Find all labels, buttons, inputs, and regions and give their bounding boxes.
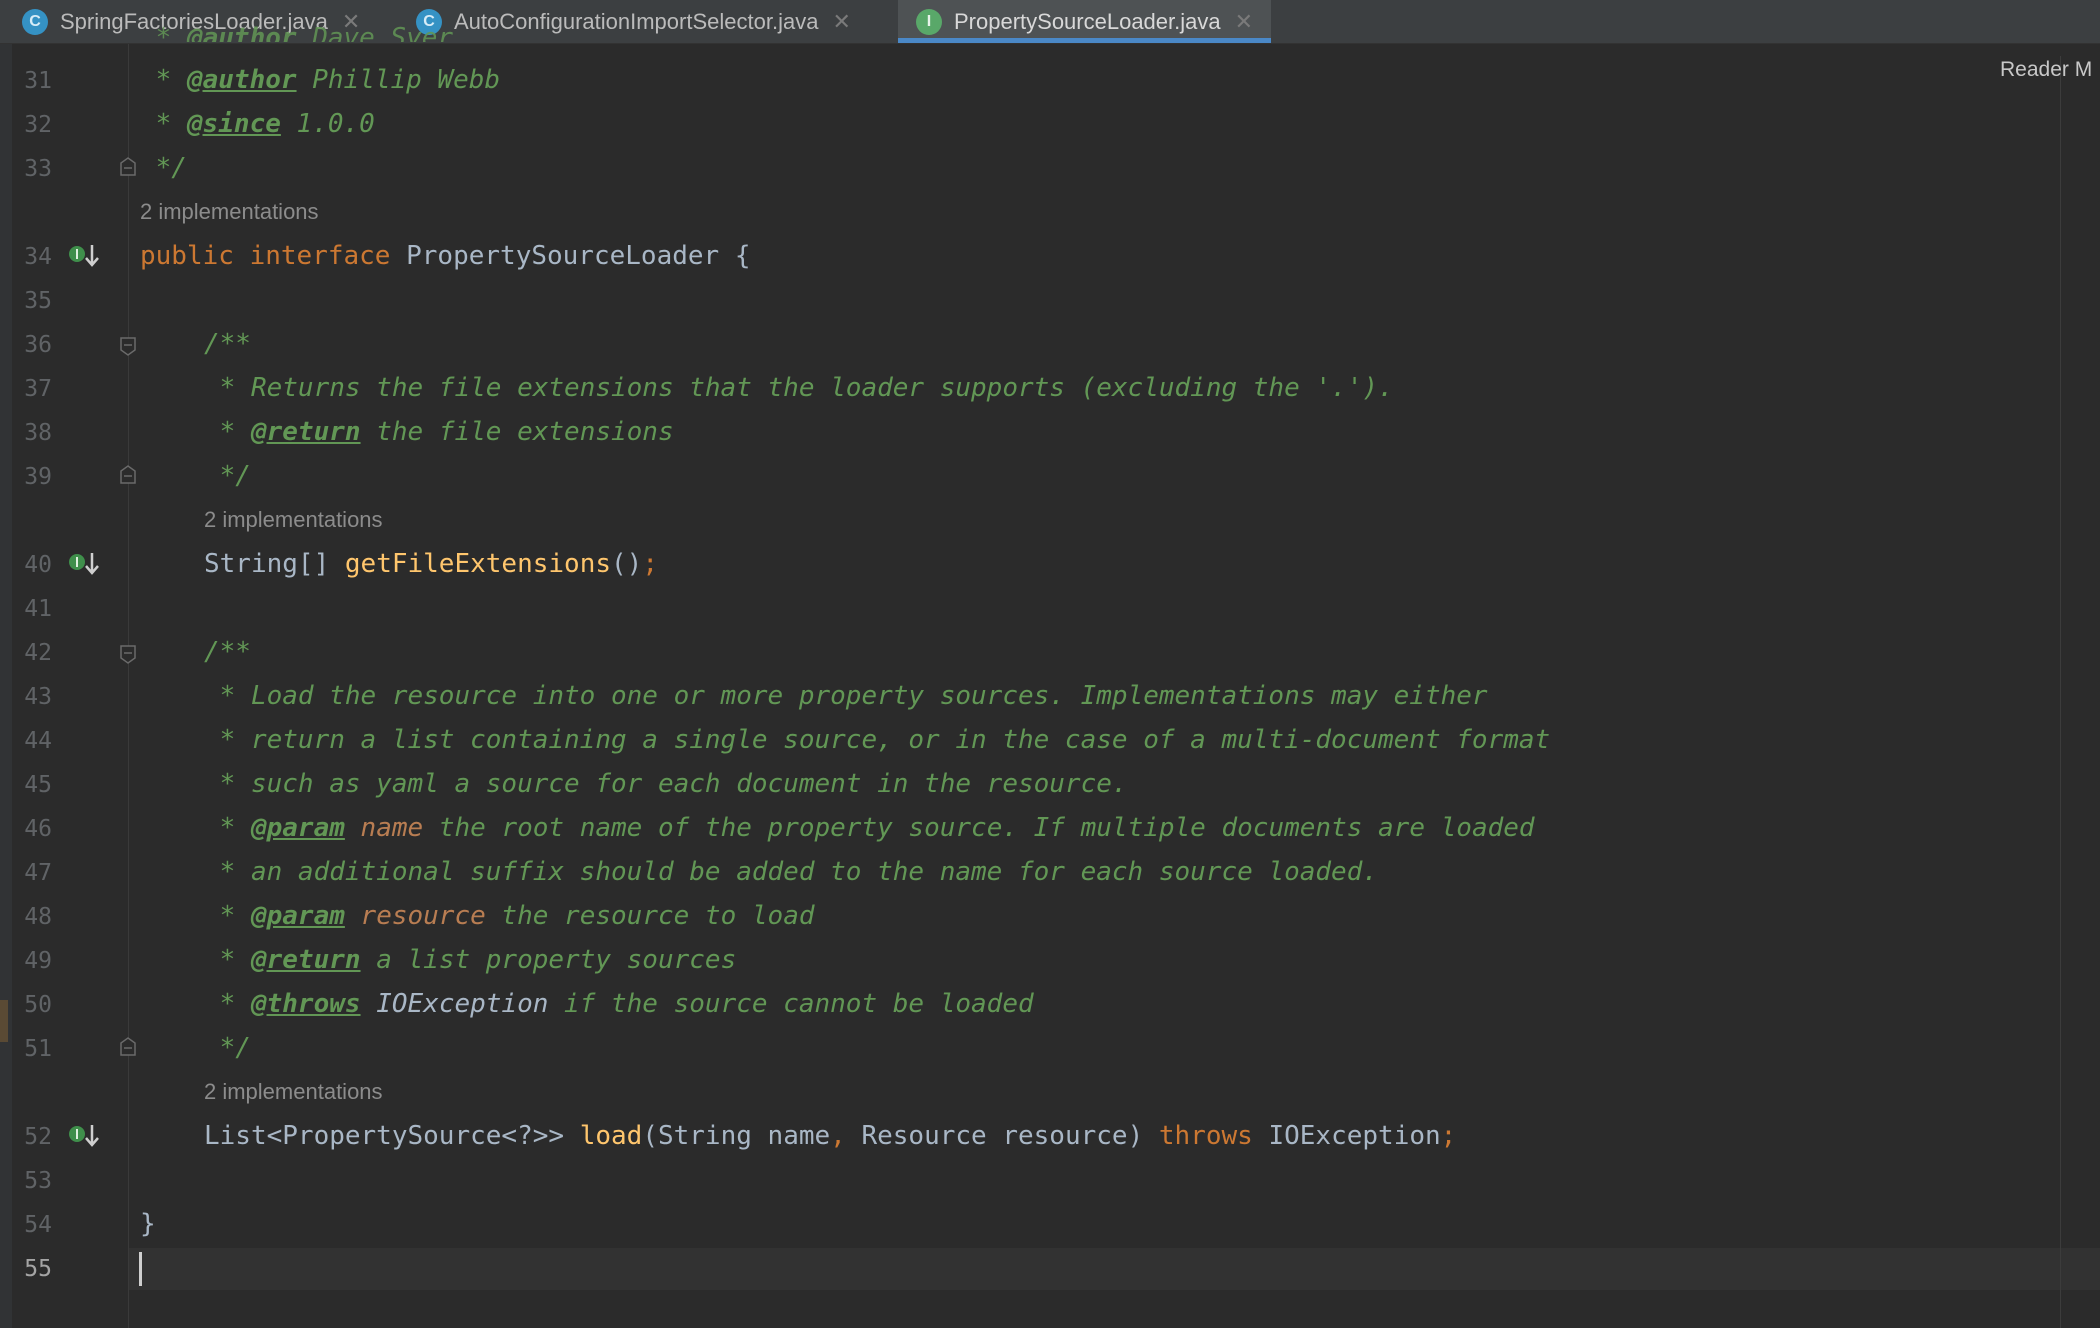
line-number: 32 (24, 112, 52, 138)
code-line: * @return a list property sources (204, 945, 737, 975)
fold-end-icon[interactable] (119, 1037, 137, 1057)
close-icon[interactable]: ✕ (1235, 9, 1253, 35)
text-caret (139, 1252, 142, 1286)
line-number: 52 (24, 1124, 52, 1150)
line-number: 42 (24, 640, 52, 666)
tab-label: PropertySourceLoader.java (954, 8, 1221, 34)
fold-start-icon[interactable] (119, 336, 137, 356)
line-number: 50 (24, 992, 52, 1018)
line-number: 45 (24, 772, 52, 798)
class-icon: C (22, 8, 48, 35)
line-number: 35 (24, 288, 52, 314)
line-number: 54 (24, 1212, 52, 1238)
line-number: 34 (24, 244, 52, 270)
line-number: 40 (24, 552, 52, 578)
current-line-highlight (128, 1248, 2100, 1290)
line-number: 38 (24, 420, 52, 446)
line-number: 47 (24, 860, 52, 886)
tab-propertysourceloader[interactable]: I PropertySourceLoader.java ✕ (898, 0, 1272, 43)
code-line: * @since 1.0.0 (140, 109, 375, 139)
line-number: 48 (24, 904, 52, 930)
implementations-hint[interactable]: 2 implementations (204, 1079, 383, 1105)
line-number: 46 (24, 816, 52, 842)
code-line: List<PropertySource<?>> load(String name… (204, 1121, 1457, 1151)
implementations-hint[interactable]: 2 implementations (204, 507, 383, 533)
line-number: 49 (24, 948, 52, 974)
line-number-current: 55 (24, 1256, 52, 1282)
code-line: /** (204, 329, 251, 359)
code-line-clipped: * @author Dave Syer (140, 23, 454, 42)
fold-start-icon[interactable] (119, 644, 137, 664)
fold-gutter-divider (128, 44, 129, 1328)
reader-mode-button[interactable]: Reader M (2000, 58, 2092, 82)
implemented-by-icon[interactable] (68, 1123, 102, 1149)
code-line: */ (140, 153, 187, 183)
code-line: * @param resource the resource to load (204, 901, 815, 931)
implementations-hint[interactable]: 2 implementations (140, 199, 319, 225)
fold-end-icon[interactable] (119, 157, 137, 177)
code-line: } (140, 1209, 156, 1239)
code-line: * Load the resource into one or more pro… (204, 681, 1488, 711)
line-number: 41 (24, 596, 52, 622)
tab-autoconfigurationimportselector[interactable]: C AutoConfigurationImportSelector.java ✕ (416, 0, 851, 43)
line-number: 43 (24, 684, 52, 710)
tab-label: AutoConfigurationImportSelector.java (454, 8, 819, 34)
line-number: 33 (24, 156, 52, 182)
interface-icon: I (916, 8, 942, 35)
code-line: * return a list containing a single sour… (204, 725, 1551, 755)
implemented-by-icon[interactable] (68, 243, 102, 269)
code-line: String[] getFileExtensions(); (204, 549, 658, 579)
line-number: 39 (24, 464, 52, 490)
code-line: * @return the file extensions (204, 417, 674, 447)
line-number: 51 (24, 1036, 52, 1062)
close-icon[interactable]: ✕ (832, 9, 850, 35)
code-line: public interface PropertySourceLoader { (140, 241, 751, 271)
line-number: 37 (24, 376, 52, 402)
code-line: /** (204, 637, 251, 667)
line-number: 44 (24, 728, 52, 754)
code-line: * such as yaml a source for each documen… (204, 769, 1128, 799)
code-line: */ (204, 1033, 251, 1063)
line-number: 31 (24, 68, 52, 94)
code-line: * @author Phillip Webb (140, 65, 501, 95)
code-line: * an additional suffix should be added t… (204, 857, 1378, 887)
line-number: 53 (24, 1168, 52, 1194)
code-line: * @param name the root name of the prope… (204, 813, 1535, 843)
code-line: * Returns the file extensions that the l… (204, 373, 1394, 403)
implemented-by-icon[interactable] (68, 551, 102, 577)
code-line: * @throws IOException if the source cann… (204, 989, 1034, 1019)
fold-end-icon[interactable] (119, 465, 137, 485)
code-line: */ (204, 461, 251, 491)
right-margin-guide (2060, 56, 2061, 1328)
line-number: 36 (24, 332, 52, 358)
